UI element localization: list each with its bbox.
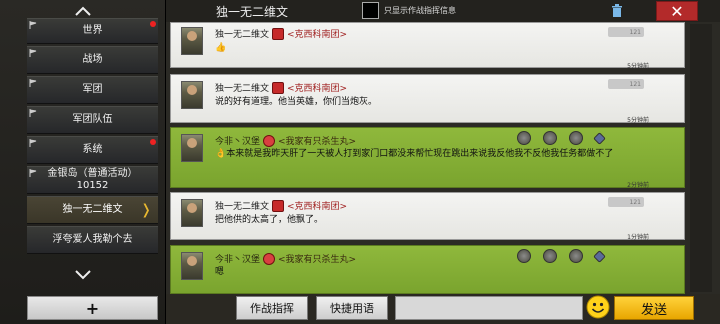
sidebar-item-label: 系统 xyxy=(82,144,103,155)
sidebar-item-private-chat-2[interactable]: 浮夸爱人我勒个去 xyxy=(27,226,158,254)
level-value: 121 xyxy=(629,198,641,206)
level-badge: 121 xyxy=(608,79,644,89)
avatar[interactable] xyxy=(181,252,203,280)
close-button[interactable]: ✕ xyxy=(656,1,698,21)
message-sender-line: 独一无二维文 <克西科南团> xyxy=(215,27,347,40)
sender-name[interactable]: 独一无二维文 xyxy=(215,199,269,212)
guild-name: <克西科南团> xyxy=(287,202,348,212)
chat-message-own: 今非丶汉堡 <我家有只杀生丸> 👌本来就是我昨天肝了一天被人打到家门口都没来帮忙… xyxy=(170,127,685,189)
message-text: 说的好有道理。他当英雄，你们当炮灰。 xyxy=(215,97,378,107)
avatar[interactable] xyxy=(181,134,203,162)
avatar[interactable] xyxy=(181,199,203,227)
guild-emblem-icon xyxy=(263,252,276,265)
unread-dot-icon xyxy=(150,21,156,27)
guild-emblem-icon xyxy=(272,199,285,212)
chat-panel: 独一无二维文 只显示作战指挥信息 ✕ 独一无二维文 <克西科南团> 121 👍 … xyxy=(165,0,720,324)
sidebar-item-label: 独一无二维文 xyxy=(62,204,123,215)
sidebar-item-label: 世界 xyxy=(82,25,103,36)
medal-icon xyxy=(543,249,557,263)
chevron-right-icon: ❭ xyxy=(140,202,152,218)
medal-row xyxy=(517,131,606,145)
input-bar: 作战指挥 快捷用语 发送 xyxy=(166,294,720,324)
avatar[interactable] xyxy=(181,27,203,55)
message-sender-line: 独一无二维文 <克西科南团> xyxy=(215,199,347,212)
quick-phrase-button[interactable]: 快捷用语 xyxy=(316,296,388,320)
chat-message: 独一无二维文 <克西科南团> 121 👍 5分钟前 xyxy=(170,22,685,70)
message-time: 5分钟前 xyxy=(627,63,649,70)
medal-icon xyxy=(517,131,531,145)
send-button[interactable]: 发送 xyxy=(614,296,694,320)
sidebar-item-system[interactable]: 系统 xyxy=(27,136,158,164)
rank-diamond-icon xyxy=(593,250,606,263)
sidebar-item-label: 浮夸爱人我勒个去 xyxy=(52,234,133,245)
flag-icon xyxy=(29,21,37,29)
medal-row xyxy=(517,249,606,263)
level-value: 121 xyxy=(629,28,641,36)
message-time: 5分钟前 xyxy=(627,117,649,124)
chat-scrollbar[interactable] xyxy=(690,24,712,292)
message-text: 👌本来就是我昨天肝了一天被人打到家门口都没来帮忙现在跳出来说我反他我不反他我任务… xyxy=(215,149,614,159)
sidebar-item-treasure-island[interactable]: 金银岛（普通活动）10152 xyxy=(27,166,158,194)
page-title: 独一无二维文 xyxy=(216,5,289,19)
sidebar-item-private-chat[interactable]: 独一无二维文 ❭ xyxy=(27,196,158,224)
message-time: 1分钟前 xyxy=(627,234,649,241)
sidebar-item-legion[interactable]: 军团 xyxy=(27,76,158,104)
guild-name: <我家有只杀生丸> xyxy=(278,137,357,147)
medal-icon xyxy=(517,249,531,263)
sidebar-item-label: 战场 xyxy=(82,54,103,65)
guild-name: <克西科南团> xyxy=(287,30,348,40)
flag-icon xyxy=(29,49,37,57)
level-badge: 121 xyxy=(608,197,644,207)
chat-message: 独一无二维文 <克西科南团> 121 说的好有道理。他当英雄，你们当炮灰。 5分… xyxy=(170,74,685,124)
scroll-down-chevron-icon[interactable] xyxy=(0,264,165,286)
medal-icon xyxy=(543,131,557,145)
sidebar-item-label: 军团 xyxy=(82,84,103,95)
sidebar-item-label: 军团队伍 xyxy=(72,114,113,125)
message-time: 2分钟前 xyxy=(627,182,649,189)
sender-name[interactable]: 独一无二维文 xyxy=(215,27,269,40)
message-text: 👍 xyxy=(215,43,227,53)
emoji-smiley-icon[interactable] xyxy=(586,295,610,319)
trash-icon[interactable] xyxy=(611,4,623,17)
sidebar-item-world[interactable]: 世界 xyxy=(27,18,158,44)
sidebar-item-battlefield[interactable]: 战场 xyxy=(27,46,158,74)
chat-message: 独一无二维文 <克西科南团> 121 把他供的太高了，他飘了。 1分钟前 xyxy=(170,192,685,241)
message-text: 嗯 xyxy=(215,267,225,277)
flag-icon xyxy=(29,169,37,177)
sidebar-item-label: 金银岛（普通活动）10152 xyxy=(47,168,138,191)
guild-emblem-icon xyxy=(263,134,276,147)
unread-dot-icon xyxy=(150,139,156,145)
only-command-checkbox[interactable] xyxy=(362,2,379,19)
sender-name[interactable]: 今非丶汉堡 xyxy=(215,252,260,265)
guild-emblem-icon xyxy=(272,27,285,40)
battle-command-button[interactable]: 作战指挥 xyxy=(236,296,308,320)
channel-sidebar: 世界 战场 军团 军团队伍 系统 金银岛（普通活动）10152 独一无二维文 ❭… xyxy=(0,0,165,324)
chat-header: 独一无二维文 只显示作战指挥信息 ✕ xyxy=(166,0,720,22)
flag-icon xyxy=(29,139,37,147)
message-sender-line: 今非丶汉堡 <我家有只杀生丸> xyxy=(215,134,356,147)
medal-icon xyxy=(569,249,583,263)
guild-name: <我家有只杀生丸> xyxy=(278,255,357,265)
level-badge: 121 xyxy=(608,27,644,37)
rank-diamond-icon xyxy=(593,132,606,145)
flag-icon xyxy=(29,79,37,87)
message-text: 把他供的太高了，他飘了。 xyxy=(215,215,324,225)
chat-message-own: 今非丶汉堡 <我家有只杀生丸> 嗯 xyxy=(170,245,685,294)
avatar[interactable] xyxy=(181,81,203,109)
chat-input[interactable] xyxy=(395,296,583,320)
level-value: 121 xyxy=(629,80,641,88)
sender-name[interactable]: 今非丶汉堡 xyxy=(215,134,260,147)
sidebar-item-legion-team[interactable]: 军团队伍 xyxy=(27,106,158,134)
add-channel-button[interactable]: + xyxy=(27,296,158,320)
only-command-label: 只显示作战指挥信息 xyxy=(384,6,456,15)
sender-name[interactable]: 独一无二维文 xyxy=(215,81,269,94)
message-sender-line: 今非丶汉堡 <我家有只杀生丸> xyxy=(215,252,356,265)
guild-emblem-icon xyxy=(272,81,285,94)
medal-icon xyxy=(569,131,583,145)
flag-icon xyxy=(29,109,37,117)
guild-name: <克西科南团> xyxy=(287,84,348,94)
message-sender-line: 独一无二维文 <克西科南团> xyxy=(215,81,347,94)
